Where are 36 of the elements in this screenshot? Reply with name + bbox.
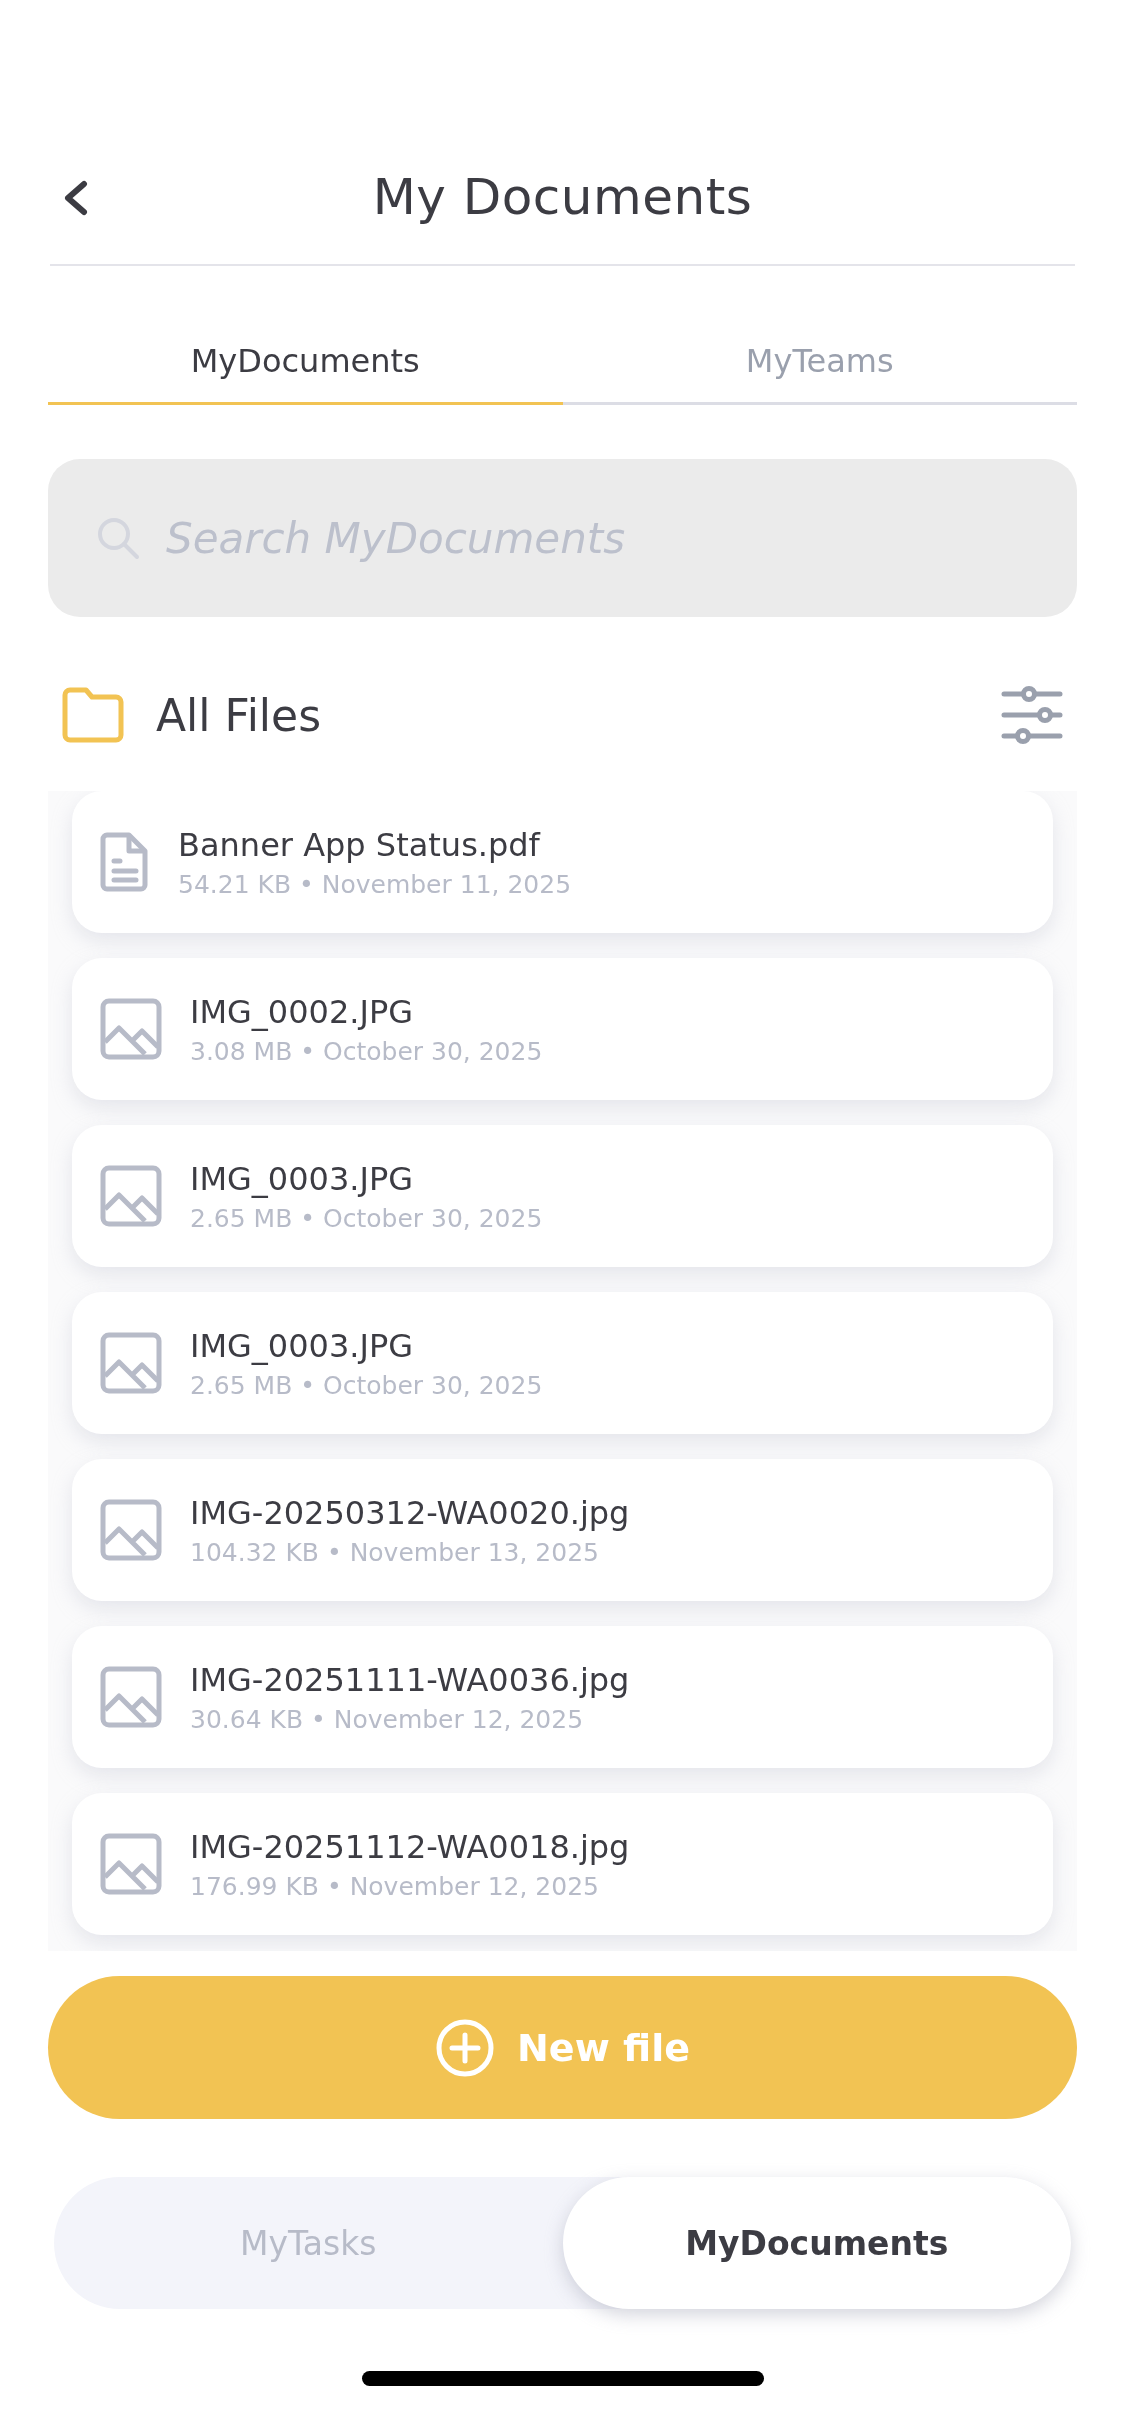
file-card[interactable]: IMG-20250312-WA0020.jpg 104.32 KB • November 13, 2025 xyxy=(72,1459,1053,1601)
image-icon xyxy=(100,1833,162,1895)
file-card[interactable]: Banner App Status.pdf 54.21 KB • November 11, 2025 xyxy=(72,791,1053,933)
image-icon xyxy=(100,998,162,1060)
file-card[interactable]: IMG_0002.JPG 3.08 MB • October 30, 2025 xyxy=(72,958,1053,1100)
file-name: IMG_0003.JPG xyxy=(190,1159,414,1198)
page-title: My Documents xyxy=(372,168,753,226)
file-meta: 30.64 KB • November 12, 2025 xyxy=(190,1704,585,1734)
file-card[interactable]: IMG_0003.JPG 2.65 MB • October 30, 2025 xyxy=(72,1292,1053,1434)
new-file-label: New file xyxy=(517,2025,690,2070)
file-name: IMG_0003.JPG xyxy=(190,1326,414,1365)
image-icon xyxy=(100,1165,162,1227)
folder-label: All Files xyxy=(156,689,323,741)
file-name: IMG-20251111-WA0036.jpg xyxy=(190,1660,630,1699)
file-meta: 54.21 KB • November 11, 2025 xyxy=(178,869,572,899)
image-icon xyxy=(100,1499,162,1561)
image-icon xyxy=(100,1332,162,1394)
file-card[interactable]: IMG-20251111-WA0036.jpg 30.64 KB • November 12, 2025 xyxy=(72,1626,1053,1768)
file-name: IMG_0002.JPG xyxy=(190,992,414,1031)
tab[interactable]: MyDocuments xyxy=(48,342,563,405)
folder-icon xyxy=(62,687,124,743)
file-meta: 2.65 MB • October 30, 2025 xyxy=(190,1203,543,1233)
file-card[interactable]: IMG-20251112-WA0018.jpg 176.99 KB • November 12, 2025 xyxy=(72,1793,1053,1935)
file-meta: 176.99 KB • November 12, 2025 xyxy=(190,1871,600,1901)
segment-tab[interactable]: MyDocuments xyxy=(562,2177,1071,2309)
image-icon xyxy=(100,1666,162,1728)
file-meta: 104.32 KB • November 13, 2025 xyxy=(190,1537,600,1567)
file-meta: 2.65 MB • October 30, 2025 xyxy=(190,1370,543,1400)
file-meta: 3.08 MB • October 30, 2025 xyxy=(190,1036,543,1066)
file-name: IMG-20250312-WA0020.jpg xyxy=(190,1493,630,1532)
document-icon xyxy=(100,831,150,893)
file-name: IMG-20251112-WA0018.jpg xyxy=(190,1827,630,1866)
file-name: Banner App Status.pdf xyxy=(178,825,542,864)
filter-icon[interactable] xyxy=(1001,686,1063,744)
plus-circle-icon xyxy=(435,2017,496,2078)
file-card[interactable]: IMG_0003.JPG 2.65 MB • October 30, 2025 xyxy=(72,1125,1053,1267)
